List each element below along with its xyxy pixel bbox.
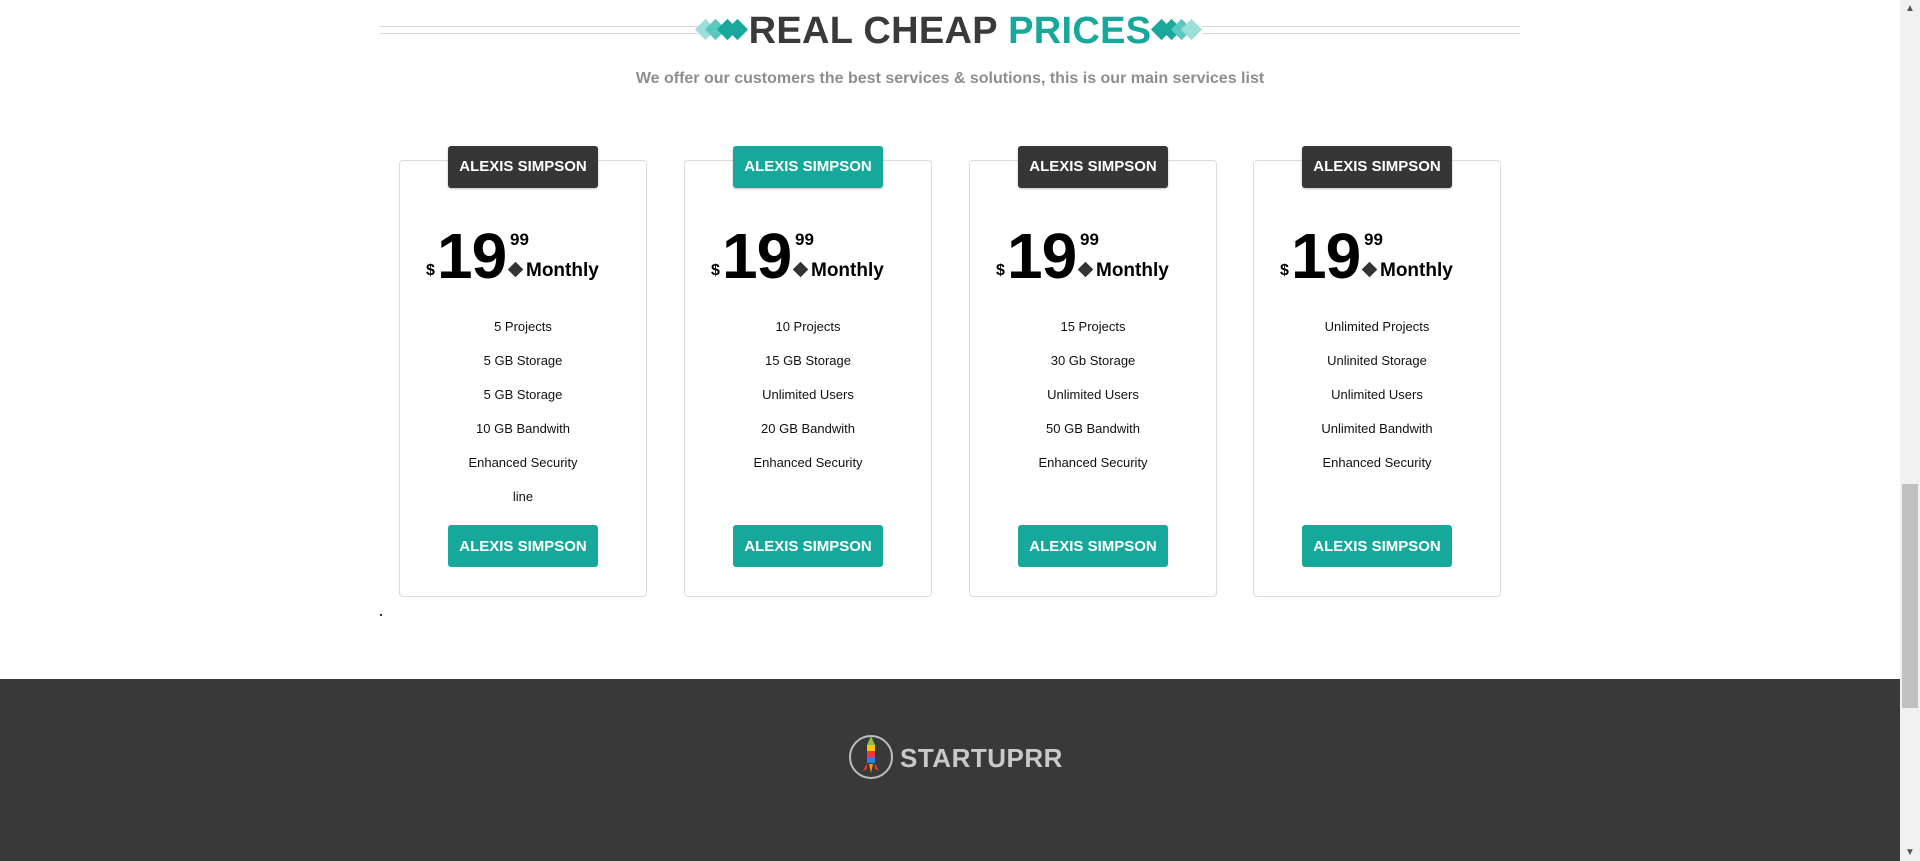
stray-dot — [380, 614, 382, 616]
price-amount: 19 — [1007, 220, 1077, 292]
plan-feature: 5 GB Storage — [483, 387, 563, 402]
scroll-up-arrow-icon[interactable]: ▲ — [1900, 0, 1920, 17]
plan-features: 5 Projects 5 GB Storage 5 GB Storage 10 … — [400, 319, 646, 523]
price-currency: $ — [996, 262, 1005, 279]
plan-feature: Unlimited Users — [762, 387, 854, 402]
plan-feature: Enhanced Security — [468, 455, 578, 470]
pricing-card: ALEXIS SIMPSON $ 19 99 Monthly 15 Projec… — [969, 146, 1217, 597]
price-period: Monthly — [1380, 260, 1453, 281]
site-footer: STARTUPRR — [0, 679, 1900, 861]
scrollbar-thumb[interactable] — [1902, 484, 1918, 708]
price-amount: 19 — [1291, 220, 1361, 292]
plan-feature: 10 GB Bandwith — [476, 421, 570, 436]
price-cents: 99 — [1080, 230, 1099, 249]
pricing-card: ALEXIS SIMPSON $ 19 99 Monthly Unlimited… — [1253, 146, 1501, 597]
plan-features: 10 Projects 15 GB Storage Unlimited User… — [685, 319, 931, 489]
footer-brand-name: STARTUPRR — [900, 743, 1063, 773]
plan-features: Unlimited Projects Unlinited Storage Unl… — [1254, 319, 1500, 489]
price-separator-icon — [1361, 261, 1378, 278]
price-cents: 99 — [1364, 230, 1383, 249]
plan-feature: 15 Projects — [1060, 319, 1126, 334]
plan-feature: Enhanced Security — [753, 455, 863, 470]
rocket-logo-icon — [849, 735, 893, 779]
plan-feature: Enhanced Security — [1038, 455, 1148, 470]
plan-select-button[interactable]: ALEXIS SIMPSON — [1018, 525, 1168, 567]
price-cents: 99 — [510, 230, 529, 249]
plan-feature: Unlimited Bandwith — [1321, 421, 1433, 436]
plan-feature: 50 GB Bandwith — [1046, 421, 1140, 436]
plan-feature: Unlimited Users — [1331, 387, 1423, 402]
plan-header: ALEXIS SIMPSON — [1018, 146, 1168, 188]
pricing-card: ALEXIS SIMPSON $ 19 99 Monthly 5 Project… — [399, 146, 647, 597]
plan-feature: 30 Gb Storage — [1050, 353, 1136, 368]
plan-features: 15 Projects 30 Gb Storage Unlimited User… — [970, 319, 1216, 489]
price-period: Monthly — [1096, 260, 1169, 281]
price-amount: 19 — [722, 220, 792, 292]
plan-feature: 10 Projects — [775, 319, 841, 334]
plan-header: ALEXIS SIMPSON — [1302, 146, 1452, 188]
plan-select-button[interactable]: ALEXIS SIMPSON — [448, 525, 598, 567]
section-title-accent: PRICES — [1008, 10, 1152, 52]
price-currency: $ — [426, 262, 435, 279]
plan-feature: 15 GB Storage — [765, 353, 851, 368]
price-cents: 99 — [795, 230, 814, 249]
plan-feature: Unlimited Users — [1047, 387, 1139, 402]
plan-feature: 5 Projects — [494, 319, 552, 334]
price-currency: $ — [1280, 262, 1289, 279]
page: REAL CHEAP PRICES We offer our customers… — [0, 0, 1900, 861]
price-amount: 19 — [437, 220, 507, 292]
plan-feature: Unlinited Storage — [1327, 353, 1427, 368]
price-separator-icon — [792, 261, 809, 278]
plan-select-button[interactable]: ALEXIS SIMPSON — [1302, 525, 1452, 567]
plan-feature: 20 GB Bandwith — [761, 421, 855, 436]
price-period: Monthly — [526, 260, 599, 281]
plan-feature: Enhanced Security — [1322, 455, 1432, 470]
plan-header: ALEXIS SIMPSON — [448, 146, 598, 188]
pricing-card: ALEXIS SIMPSON $ 19 99 Monthly 10 Projec… — [684, 146, 932, 597]
scroll-down-arrow-icon[interactable]: ▼ — [1900, 844, 1920, 861]
section-title-row: REAL CHEAP PRICES — [380, 0, 1520, 62]
price-period: Monthly — [811, 260, 884, 281]
price-currency: $ — [711, 262, 720, 279]
plan-select-button[interactable]: ALEXIS SIMPSON — [733, 525, 883, 567]
section-subtitle: We offer our customers the best services… — [635, 70, 1265, 87]
price-separator-icon — [507, 261, 524, 278]
plan-feature: Unlimited Projects — [1324, 319, 1430, 334]
title-divider-right — [1202, 26, 1520, 34]
section-title-main: REAL CHEAP — [748, 10, 1009, 52]
plan-feature: line — [512, 489, 534, 504]
plan-feature: 5 GB Storage — [483, 353, 563, 368]
price-separator-icon — [1077, 261, 1094, 278]
vertical-scrollbar[interactable]: ▲ ▼ — [1900, 0, 1920, 861]
diamond-ornament-right-icon — [1150, 18, 1203, 42]
plan-header: ALEXIS SIMPSON — [733, 146, 883, 188]
